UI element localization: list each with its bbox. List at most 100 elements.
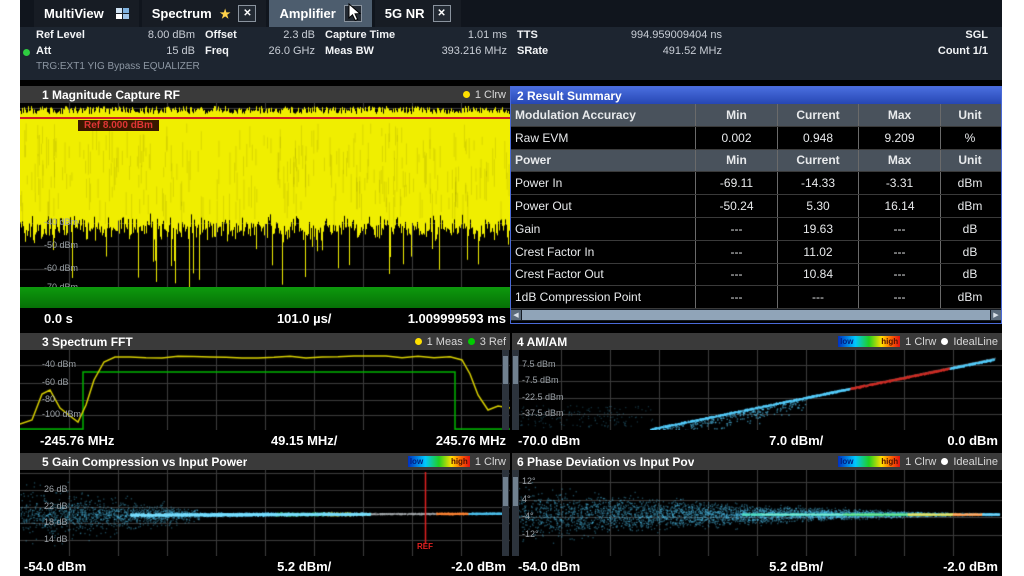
- result-summary-cell: 5.30: [778, 195, 859, 217]
- panel1-x-axis: 0.0 s 101.0 µs/ 1.009999593 ms: [20, 308, 510, 328]
- spectrum-fft-canvas: [20, 350, 510, 430]
- ref-level-label: Ref 8.000 dBm: [78, 120, 159, 131]
- analyzer-screen: MultiView Spectrum ★ ✕ Amplifier ✕ 5G NR…: [20, 0, 1002, 576]
- panel4-header[interactable]: 4 AM/AM low high 1 Clrw IdealLine: [512, 333, 1002, 350]
- result-summary-cell: Current: [778, 150, 859, 172]
- result-summary-cell: 10.84: [778, 264, 859, 286]
- result-summary-header-row: PowerMinCurrentMaxUnit: [511, 150, 1001, 173]
- colormap-high-label: high: [881, 337, 898, 346]
- result-summary-cell: ---: [696, 218, 778, 240]
- y-axis-label: 22 dB: [44, 501, 68, 511]
- result-summary-cell: dB: [941, 218, 999, 240]
- result-summary-cell: Raw EVM: [511, 127, 696, 149]
- result-summary-header-row: Modulation AccuracyMinCurrentMaxUnit: [511, 104, 1001, 127]
- close-icon[interactable]: ✕: [433, 5, 451, 22]
- setting-srate[interactable]: SRate 491.52 MHz: [517, 45, 732, 57]
- panel3-legend-meas: 1 Meas: [427, 336, 463, 348]
- y-axis-label: -60 dBm: [44, 263, 78, 273]
- result-summary-cell: -69.11: [696, 172, 778, 194]
- setting-offset[interactable]: Offset 2.3 dB: [205, 29, 325, 41]
- y-axis-label: -40 dBm: [44, 217, 78, 227]
- setting-att[interactable]: Att 15 dB: [20, 45, 205, 57]
- result-summary-cell: %: [941, 127, 999, 149]
- result-summary-cell: ---: [696, 241, 778, 263]
- x-start: -70.0 dBm: [518, 433, 580, 448]
- scroll-right-icon[interactable]: ▶: [991, 310, 1001, 320]
- result-summary-cell: ---: [696, 286, 778, 308]
- idealline-dot-icon: [941, 338, 948, 345]
- x-scale: 5.2 dBm/: [277, 559, 331, 574]
- tab-5gnr[interactable]: 5G NR ✕: [375, 0, 461, 27]
- y-axis-label: -7.5 dBm: [522, 375, 559, 385]
- panel6-v-scrollbar[interactable]: [512, 470, 519, 556]
- panel6-x-axis: -54.0 dBm 5.2 dBm/ -2.0 dBm: [512, 556, 1002, 576]
- y-axis-label: 12°: [522, 476, 536, 486]
- result-summary-cell: 0.002: [696, 127, 778, 149]
- scroll-left-icon[interactable]: ◀: [511, 310, 521, 320]
- result-summary-row: Gain---19.63---dB: [511, 218, 1001, 241]
- status-sgl: SGL: [732, 29, 1002, 41]
- colormap-high-label: high: [881, 457, 898, 466]
- multiview-grid-icon: [116, 8, 129, 19]
- tab-5gnr-label: 5G NR: [385, 6, 425, 21]
- ref-marker-label: REF: [417, 542, 433, 551]
- panel4-legend-ideal: IdealLine: [953, 336, 998, 348]
- mouse-cursor: [348, 3, 362, 22]
- ref-level-line: [20, 117, 510, 119]
- setting-tts[interactable]: TTS 994.959009404 ns: [517, 29, 732, 41]
- panel5-plot: REF: [20, 470, 510, 556]
- result-summary-cell: Crest Factor In: [511, 241, 696, 263]
- panel4-legend-clrw: 1 Clrw: [905, 336, 936, 348]
- panel5-v-scrollbar[interactable]: [502, 470, 509, 556]
- result-summary-cell: Power: [511, 150, 696, 172]
- result-summary-cell: 1dB Compression Point: [511, 286, 696, 308]
- y-axis-label: -37.5 dBm: [522, 408, 564, 418]
- panel5-header[interactable]: 5 Gain Compression vs Input Power low hi…: [20, 453, 510, 470]
- trigger-status: TRG:EXT1 YIG Bypass EQUALIZER: [20, 59, 1002, 74]
- result-summary-cell: ---: [859, 264, 941, 286]
- scrollbar-thumb[interactable]: [522, 310, 990, 320]
- panel3-header[interactable]: 3 Spectrum FFT 1 Meas 3 Ref: [20, 333, 510, 350]
- setting-ref-level[interactable]: Ref Level 8.00 dBm: [20, 29, 205, 41]
- horizontal-scrollbar[interactable]: ◀ ▶: [511, 309, 1001, 321]
- tab-multiview[interactable]: MultiView: [34, 0, 139, 27]
- panel1-header[interactable]: 1 Magnitude Capture RF 1 Clrw: [20, 86, 510, 103]
- result-summary-cell: -14.33: [778, 172, 859, 194]
- panel4-v-scrollbar[interactable]: [512, 350, 519, 430]
- y-axis-label: -80: [42, 394, 55, 404]
- x-start: -54.0 dBm: [24, 559, 86, 574]
- colormap-low-label: low: [840, 457, 853, 466]
- colormap-low-label: low: [410, 457, 423, 466]
- result-summary-cell: ---: [859, 286, 941, 308]
- y-axis-label: -22.5 dBm: [522, 392, 564, 402]
- y-axis-label: -12°: [522, 529, 539, 539]
- panel6-header[interactable]: 6 Phase Deviation vs Input Pov low high …: [512, 453, 1002, 470]
- result-summary-row: 1dB Compression Point---------dBm: [511, 286, 1001, 309]
- result-summary-cell: 16.14: [859, 195, 941, 217]
- result-summary-cell: Power In: [511, 172, 696, 194]
- y-axis-label: -40 dBm: [42, 359, 76, 369]
- settings-bar: Ref Level 8.00 dBm Offset 2.3 dB Capture…: [20, 27, 1002, 80]
- setting-freq[interactable]: Freq 26.0 GHz: [205, 45, 325, 57]
- tab-amplifier-label: Amplifier: [279, 6, 335, 21]
- colormap-low-label: low: [840, 337, 853, 346]
- setting-meas-bw[interactable]: Meas BW 393.216 MHz: [325, 45, 517, 57]
- y-axis-label: 4°: [522, 494, 531, 504]
- result-summary-cell: dB: [941, 264, 999, 286]
- x-scale: 5.2 dBm/: [769, 559, 823, 574]
- result-summary-cell: ---: [778, 286, 859, 308]
- panel6-legend-ideal: IdealLine: [953, 456, 998, 468]
- panel2-header[interactable]: 2 Result Summary: [511, 87, 1001, 104]
- panel3-v-scrollbar[interactable]: [502, 350, 509, 430]
- density-colormap-legend: low high: [408, 456, 470, 467]
- close-icon[interactable]: ✕: [238, 5, 256, 22]
- result-summary-cell: Min: [696, 104, 778, 126]
- result-summary-cell: Crest Factor Out: [511, 264, 696, 286]
- x-start: 0.0 s: [44, 311, 73, 326]
- panel1-plot: Ref 8.000 dBm: [20, 103, 510, 287]
- setting-capture-time[interactable]: Capture Time 1.01 ms: [325, 29, 517, 41]
- density-colormap-legend: low high: [838, 336, 900, 347]
- result-summary-cell: 19.63: [778, 218, 859, 240]
- result-summary-cell: 11.02: [778, 241, 859, 263]
- tab-spectrum[interactable]: Spectrum ★ ✕: [142, 0, 267, 27]
